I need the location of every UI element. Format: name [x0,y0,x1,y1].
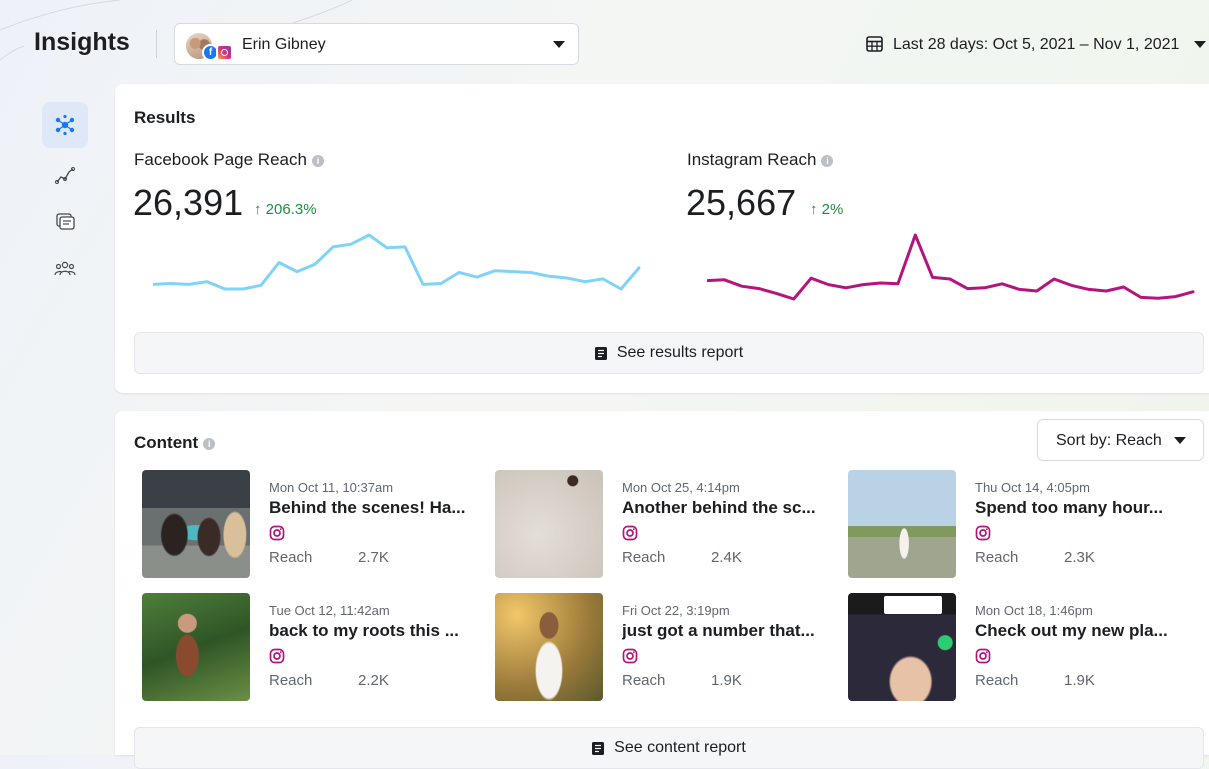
post-metric-value: 2.2K [358,672,389,689]
instagram-reach-value: 25,667 [686,182,797,223]
post-metric-label: Reach [622,672,666,689]
overview-icon [55,114,75,136]
post-metric-value: 2.7K [358,549,389,566]
account-avatar: f [184,31,233,61]
account-name: Erin Gibney [242,36,326,53]
post-metric-value: 2.3K [1064,549,1095,566]
sort-dropdown[interactable]: Sort by: Reach [1037,419,1204,461]
post-metric-label: Reach [269,672,313,689]
instagram-icon [622,648,638,664]
post-date: Mon Oct 11, 10:37am [269,480,394,495]
series-line [153,233,641,291]
trends-icon [55,167,75,184]
post-thumbnail[interactable] [848,470,956,578]
content-post[interactable]: Fri Oct 22, 3:19pm just got a number that… [495,593,835,703]
title-divider [156,30,157,58]
facebook-reach-value: 26,391 [133,182,244,223]
content-icon [56,213,75,230]
calendar-icon [866,36,883,52]
chevron-down-icon [1174,437,1186,444]
post-metric-value: 1.9K [711,672,742,689]
page-title: Insights [34,28,130,56]
see-results-report-label: See results report [616,344,744,361]
post-caption[interactable]: back to my roots this ... [269,621,481,641]
content-post[interactable]: Tue Oct 12, 11:42am back to my roots this… [142,593,482,703]
facebook-reach-label-text: Facebook Page Reach [134,150,307,169]
account-selector[interactable]: f Erin Gibney [174,23,579,65]
nav-item-trends[interactable] [42,152,88,198]
date-range-label: Last 28 days: Oct 5, 2021 – Nov 1, 2021 [893,36,1180,53]
content-title-text: Content [134,433,199,452]
content-post[interactable]: Mon Oct 11, 10:37am Behind the scenes! Ha… [142,470,482,580]
nav-item-overview[interactable] [42,102,88,148]
post-caption[interactable]: Spend too many hour... [975,498,1187,518]
instagram-icon [269,648,285,664]
results-card: Results Facebook Page Reach i 26,391 ↑ 20… [115,84,1209,393]
post-metric-label: Reach [975,672,1019,689]
post-caption[interactable]: just got a number that... [622,621,834,641]
post-date: Thu Oct 14, 4:05pm [975,480,1090,495]
sort-label: Sort by: Reach [1056,432,1162,449]
top-bar: Insights f Erin Gibney Last 28 days: Oct… [0,0,1209,92]
post-metric-label: Reach [975,549,1019,566]
content-title: Content i [134,433,216,453]
content-post[interactable]: Mon Oct 18, 1:46pm Check out my new pla..… [848,593,1188,703]
instagram-icon [622,525,638,541]
info-icon[interactable]: i [821,155,834,167]
report-icon [594,346,607,360]
post-thumbnail[interactable] [495,470,603,578]
post-thumbnail[interactable] [142,470,250,578]
nav-item-content[interactable] [42,198,88,244]
chevron-down-icon [553,41,565,48]
post-caption[interactable]: Behind the scenes! Ha... [269,498,481,518]
post-date: Mon Oct 18, 1:46pm [975,603,1093,618]
report-icon [592,741,605,755]
post-metric-value: 1.9K [1064,672,1095,689]
post-caption[interactable]: Check out my new pla... [975,621,1187,641]
content-post[interactable]: Mon Oct 25, 4:14pm Another behind the sc.… [495,470,835,580]
post-metric-label: Reach [622,549,666,566]
post-metric-label: Reach [269,549,313,566]
post-date: Mon Oct 25, 4:14pm [622,480,740,495]
instagram-reach-change: ↑ 2% [810,201,844,218]
info-icon[interactable]: i [311,155,324,167]
content-post[interactable]: Thu Oct 14, 4:05pm Spend too many hour...… [848,470,1188,580]
facebook-reach-label: Facebook Page Reach i [134,150,324,170]
nav-item-audience[interactable] [42,246,88,292]
post-thumbnail[interactable] [495,593,603,701]
see-results-report-button[interactable]: See results report [134,332,1204,374]
instagram-reach-label-text: Instagram Reach [687,150,817,169]
content-card: Content i Sort by: Reach Mon Oct 11, 10:3… [115,411,1209,769]
see-content-report-label: See content report [614,739,746,756]
instagram-icon [216,44,233,61]
post-caption[interactable]: Another behind the sc... [622,498,834,518]
post-thumbnail[interactable] [142,593,250,701]
series-line [707,233,1195,301]
instagram-reach-chart [707,233,1195,301]
info-icon[interactable]: i [203,438,216,450]
instagram-icon [975,648,991,664]
post-thumbnail[interactable] [848,593,956,701]
instagram-reach-label: Instagram Reach i [687,150,834,170]
chevron-down-icon [1194,41,1206,48]
see-content-report-button[interactable]: See content report [134,727,1204,769]
instagram-icon [975,525,991,541]
facebook-reach-change: ↑ 206.3% [254,201,317,218]
results-title: Results [134,108,196,127]
instagram-icon [269,525,285,541]
facebook-reach-chart [153,233,641,291]
audience-icon [54,261,76,276]
post-date: Fri Oct 22, 3:19pm [622,603,730,618]
post-metric-value: 2.4K [711,549,742,566]
post-date: Tue Oct 12, 11:42am [269,603,390,618]
